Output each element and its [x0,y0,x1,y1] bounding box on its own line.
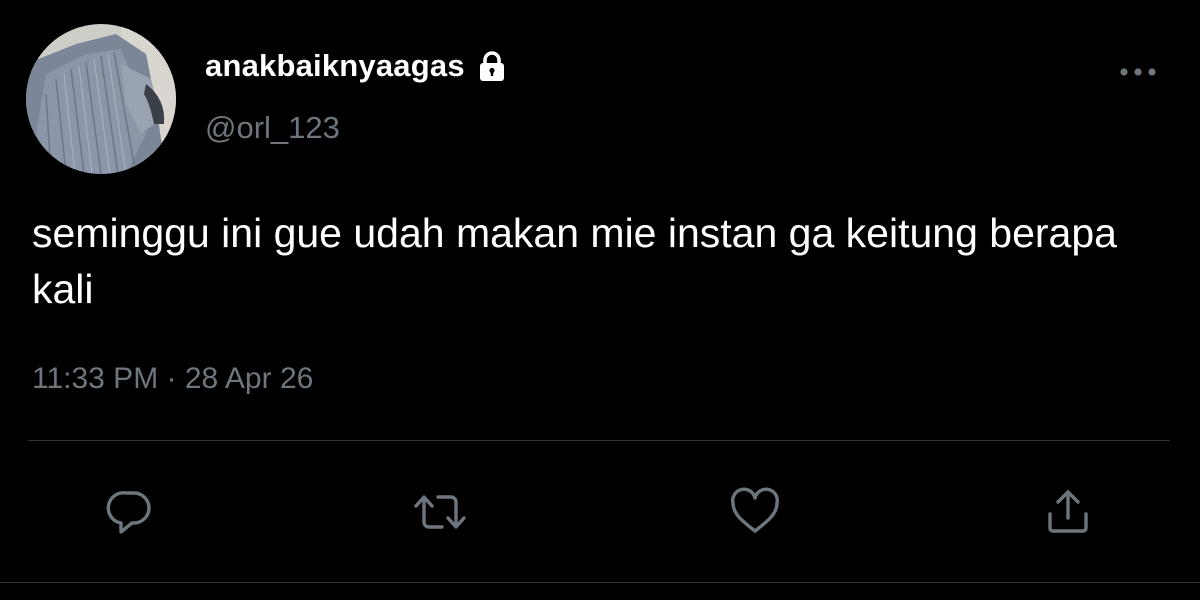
heart-icon [731,487,779,533]
bottom-divider [0,582,1200,583]
tweet-card: anakbaiknyaagas @orl_123 seminggu ini gu… [0,0,1200,600]
reply-button[interactable] [100,482,160,542]
like-button[interactable] [725,482,785,542]
retweet-icon [414,495,466,529]
tweet-timestamp[interactable]: 11:33 PM · 28 Apr 26 [32,362,313,396]
reply-icon [106,491,151,534]
share-icon [1048,490,1088,533]
divider [28,440,1170,441]
timestamp-separator: · [166,362,177,395]
user-handle[interactable]: @orl_123 [205,110,340,146]
tweet-time: 11:33 PM [32,362,159,395]
user-name-row[interactable]: anakbaiknyaagas [205,44,509,88]
share-button[interactable] [1038,482,1098,542]
display-name[interactable]: anakbaiknyaagas [205,48,465,84]
more-options-button[interactable] [1112,56,1164,88]
more-horizontal-icon [1120,68,1156,76]
retweet-button[interactable] [410,482,470,542]
avatar[interactable] [26,24,176,174]
tweet-date: 28 Apr 26 [184,362,314,395]
lock-icon [475,49,509,83]
tweet-text: seminggu ini gue udah makan mie instan g… [32,210,1117,312]
avatar-image [26,24,176,174]
